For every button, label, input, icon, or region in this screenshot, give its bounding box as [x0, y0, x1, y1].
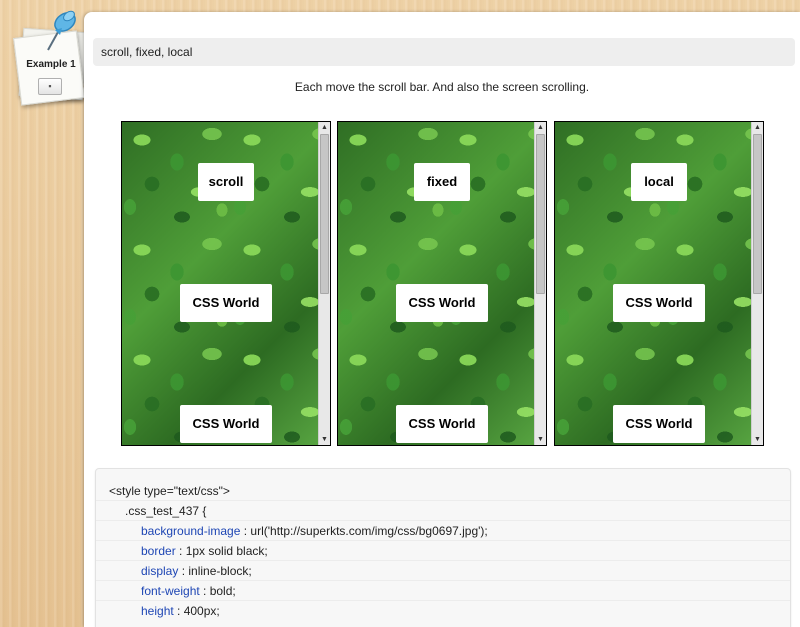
css-world-label: CSS World: [613, 284, 705, 322]
css-value: : inline-block;: [178, 564, 252, 578]
example-toggle-button[interactable]: ▪: [38, 78, 62, 95]
css-property: height: [141, 604, 174, 618]
code-line: height : 400px;: [96, 601, 790, 621]
code-line: <style type="text/css">: [96, 481, 790, 501]
css-world-label: CSS World: [396, 405, 488, 443]
code-line: display : inline-block;: [96, 561, 790, 581]
demo-box-scroll[interactable]: scroll CSS World CSS World ▲ ▼: [121, 121, 331, 446]
scroll-up-arrow-icon[interactable]: ▲: [535, 122, 546, 133]
code-line: border : 1px solid black;: [96, 541, 790, 561]
scroll-up-arrow-icon[interactable]: ▲: [319, 122, 330, 133]
css-value: : url('http://superkts.com/img/css/bg069…: [240, 524, 488, 538]
mode-label: scroll: [198, 163, 254, 201]
scroll-down-arrow-icon[interactable]: ▼: [752, 434, 763, 445]
vertical-scrollbar[interactable]: ▲ ▼: [534, 122, 546, 445]
pushpin-icon: [47, 10, 76, 51]
scroll-thumb[interactable]: [753, 134, 762, 294]
css-property: background-image: [141, 524, 241, 538]
css-value: : bold;: [199, 584, 236, 598]
content-panel: scroll, fixed, local Each move the scrol…: [84, 12, 800, 627]
demo-box-fixed[interactable]: fixed CSS World CSS World ▲ ▼: [337, 121, 547, 446]
code-block: <style type="text/css"> .css_test_437 { …: [95, 468, 791, 627]
demo-box-local[interactable]: local CSS World CSS World ▲ ▼: [554, 121, 764, 446]
vertical-scrollbar[interactable]: ▲ ▼: [318, 122, 330, 445]
code-text: <style type="text/css">: [109, 484, 230, 498]
css-world-label: CSS World: [613, 405, 705, 443]
example-label: Example 1: [26, 59, 76, 70]
css-property: display: [141, 564, 179, 578]
code-line: font-weight : bold;: [96, 581, 790, 601]
mode-label: fixed: [414, 163, 470, 201]
css-world-label: CSS World: [180, 405, 272, 443]
scroll-up-arrow-icon[interactable]: ▲: [752, 122, 763, 133]
css-value: : 1px solid black;: [175, 544, 268, 558]
css-property: font-weight: [141, 584, 200, 598]
css-property: border: [141, 544, 176, 558]
code-line: .css_test_437 {: [96, 501, 790, 521]
scroll-thumb[interactable]: [320, 134, 329, 294]
code-text: .css_test_437 {: [125, 504, 207, 518]
scroll-down-arrow-icon[interactable]: ▼: [535, 434, 546, 445]
page-title: scroll, fixed, local: [93, 38, 795, 66]
css-world-label: CSS World: [396, 284, 488, 322]
code-line: background-image : url('http://superkts.…: [96, 521, 790, 541]
description-text: Each move the scroll bar. And also the s…: [294, 80, 590, 94]
scroll-thumb[interactable]: [536, 134, 545, 294]
css-value: : 400px;: [173, 604, 220, 618]
scroll-down-arrow-icon[interactable]: ▼: [319, 434, 330, 445]
mode-label: local: [631, 163, 687, 201]
vertical-scrollbar[interactable]: ▲ ▼: [751, 122, 763, 445]
css-world-label: CSS World: [180, 284, 272, 322]
